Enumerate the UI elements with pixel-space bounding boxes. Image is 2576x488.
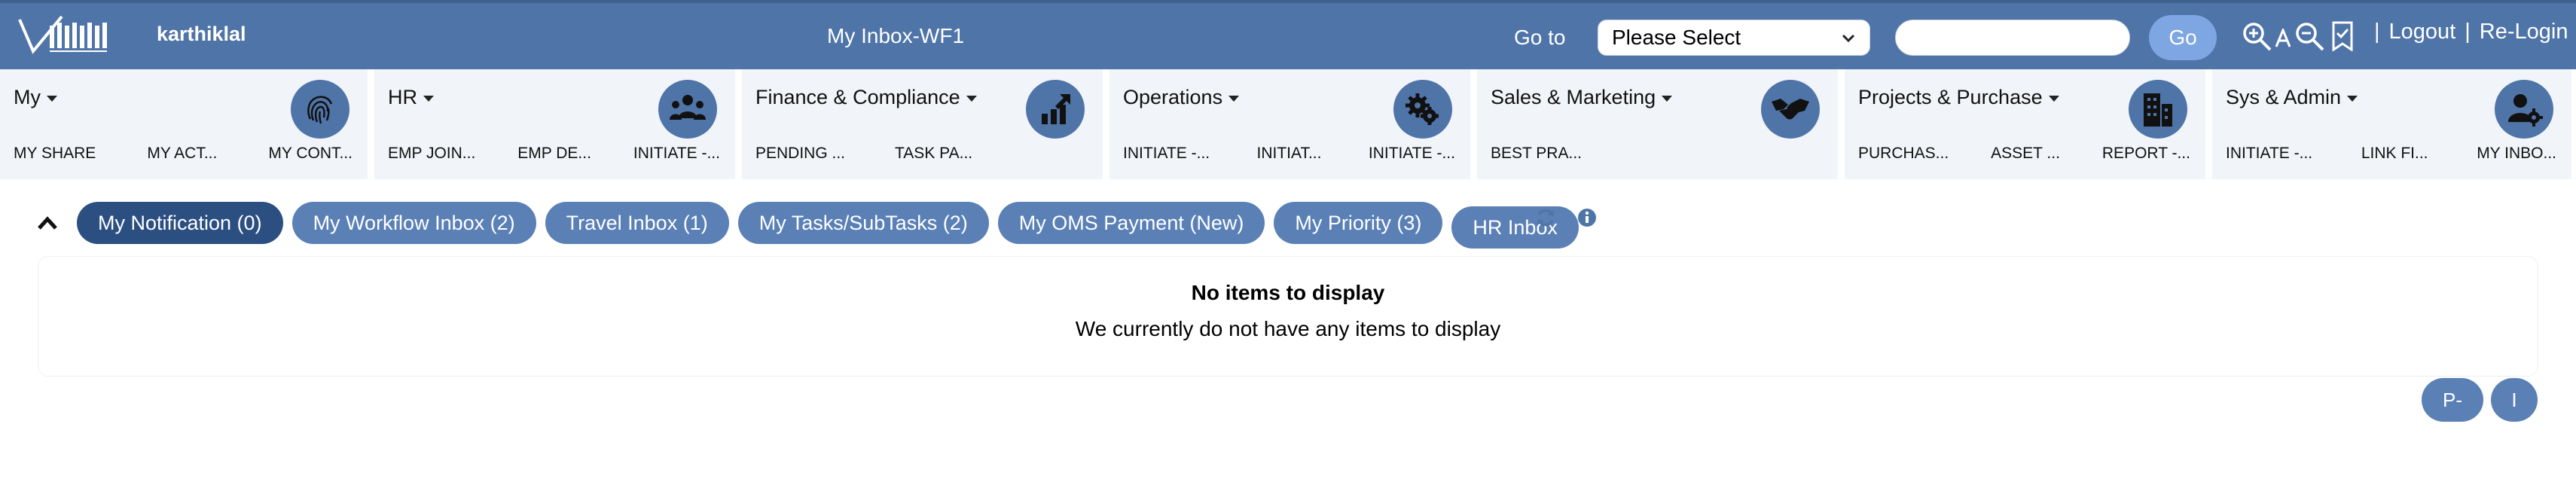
link-separator: | bbox=[2374, 20, 2380, 44]
bookmark-icon[interactable] bbox=[2330, 21, 2355, 51]
tab-my-workflow-inbox[interactable]: My Workflow Inbox (2) bbox=[291, 202, 536, 244]
chevron-up-icon[interactable] bbox=[36, 215, 59, 231]
module-hr: HR EMP JOIN... EMP DE... INITIATE -... bbox=[368, 69, 735, 179]
module-link[interactable]: INITIAT... bbox=[1257, 145, 1322, 163]
admin-gear-icon[interactable] bbox=[2495, 80, 2553, 139]
zoom-in-icon[interactable] bbox=[2242, 21, 2273, 53]
logout-link[interactable]: Logout bbox=[2389, 20, 2456, 44]
module-link[interactable]: EMP JOIN... bbox=[388, 145, 475, 163]
module-hr-menu[interactable]: HR bbox=[388, 86, 434, 109]
module-link[interactable]: MY INBO... bbox=[2477, 145, 2556, 163]
module-link[interactable]: INITIATE -... bbox=[633, 145, 720, 163]
refresh-icon[interactable] bbox=[1535, 207, 1556, 228]
module-sales-menu[interactable]: Sales & Marketing bbox=[1491, 86, 1673, 109]
module-sys-admin-menu[interactable]: Sys & Admin bbox=[2226, 86, 2358, 109]
tab-my-notification[interactable]: My Notification (0) bbox=[77, 202, 283, 244]
building-icon[interactable] bbox=[2129, 80, 2187, 139]
tab-my-oms-payment[interactable]: My OMS Payment (New) bbox=[997, 202, 1265, 244]
goto-selected-value: Please Select bbox=[1612, 26, 1741, 49]
inbox-tabs: My Notification (0) My Workflow Inbox (2… bbox=[77, 197, 1579, 249]
module-projects: Projects & Purchase PURCHAS... ASSET ...… bbox=[1838, 69, 2205, 179]
module-sales: Sales & Marketing BEST PRA... bbox=[1470, 69, 1838, 179]
gears-icon[interactable] bbox=[1393, 80, 1452, 139]
relogin-link[interactable]: Re-Login bbox=[2480, 20, 2568, 44]
module-link[interactable]: MY SHARE bbox=[14, 145, 96, 163]
module-link[interactable]: TASK PA... bbox=[895, 145, 972, 163]
tab-travel-inbox[interactable]: Travel Inbox (1) bbox=[545, 202, 729, 244]
inbox-panel: No items to display We currently do not … bbox=[38, 256, 2538, 377]
handshake-icon[interactable] bbox=[1761, 80, 1820, 139]
module-link[interactable]: INITIATE -... bbox=[1369, 145, 1455, 163]
zoom-out-icon[interactable] bbox=[2294, 21, 2326, 53]
module-link[interactable]: MY CONT... bbox=[268, 145, 353, 163]
top-links: | Logout | Re-Login bbox=[2374, 20, 2568, 44]
module-link[interactable]: BEST PRA... bbox=[1491, 145, 1582, 163]
module-operations-menu[interactable]: Operations bbox=[1123, 86, 1240, 109]
module-link[interactable]: INITIATE -... bbox=[1123, 145, 1210, 163]
module-my-menu[interactable]: My bbox=[14, 86, 57, 109]
people-icon[interactable] bbox=[658, 80, 717, 139]
pager-next-button[interactable]: I bbox=[2491, 378, 2538, 422]
module-link[interactable]: PURCHAS... bbox=[1858, 145, 1949, 163]
module-my: My MY SHARE MY ACT... MY CONT... bbox=[0, 69, 368, 179]
company-logo[interactable] bbox=[17, 12, 113, 63]
tab-my-priority[interactable]: My Priority (3) bbox=[1274, 202, 1443, 244]
empty-state-title: No items to display bbox=[1191, 281, 1385, 304]
pager-prev-button[interactable]: P- bbox=[2422, 378, 2483, 422]
module-link[interactable]: ASSET ... bbox=[1991, 145, 2060, 163]
module-link[interactable]: PENDING ... bbox=[755, 145, 845, 163]
module-link[interactable]: REPORT -... bbox=[2102, 145, 2190, 163]
chevron-down-icon bbox=[1842, 34, 1855, 43]
go-button[interactable]: Go bbox=[2149, 15, 2217, 60]
module-strip: My MY SHARE MY ACT... MY CONT... HR EMP … bbox=[0, 69, 2576, 179]
link-separator: | bbox=[2465, 20, 2471, 44]
module-link[interactable]: LINK FI... bbox=[2361, 145, 2428, 163]
page-title: My Inbox-WF1 bbox=[827, 24, 965, 47]
module-sys-admin: Sys & Admin INITIATE -... LINK FI... MY … bbox=[2205, 69, 2571, 179]
empty-state-message: We currently do not have any items to di… bbox=[1075, 317, 1501, 340]
growth-chart-icon[interactable] bbox=[1026, 80, 1085, 139]
top-bar: karthiklal My Inbox-WF1 Go to Please Sel… bbox=[0, 0, 2576, 69]
tab-hr-inbox[interactable]: HR Inbox bbox=[1451, 206, 1579, 249]
goto-select[interactable]: Please Select bbox=[1598, 20, 1870, 56]
module-link[interactable]: EMP DE... bbox=[517, 145, 591, 163]
fingerprint-icon[interactable] bbox=[291, 80, 349, 139]
username: karthiklal bbox=[157, 23, 246, 45]
module-operations: Operations INITIATE -... INITIAT... INIT… bbox=[1103, 69, 1470, 179]
module-finance-menu[interactable]: Finance & Compliance bbox=[755, 86, 977, 109]
module-projects-menu[interactable]: Projects & Purchase bbox=[1858, 86, 2059, 109]
module-link[interactable]: MY ACT... bbox=[147, 145, 217, 163]
module-link[interactable]: INITIATE -... bbox=[2226, 145, 2312, 163]
tab-my-tasks[interactable]: My Tasks/SubTasks (2) bbox=[737, 202, 989, 244]
goto-label: Go to bbox=[1514, 26, 1566, 49]
module-finance: Finance & Compliance PENDING ... TASK PA… bbox=[735, 69, 1103, 179]
info-icon[interactable] bbox=[1577, 208, 1597, 227]
font-size-icon[interactable] bbox=[2275, 29, 2291, 48]
search-input[interactable] bbox=[1895, 20, 2130, 56]
